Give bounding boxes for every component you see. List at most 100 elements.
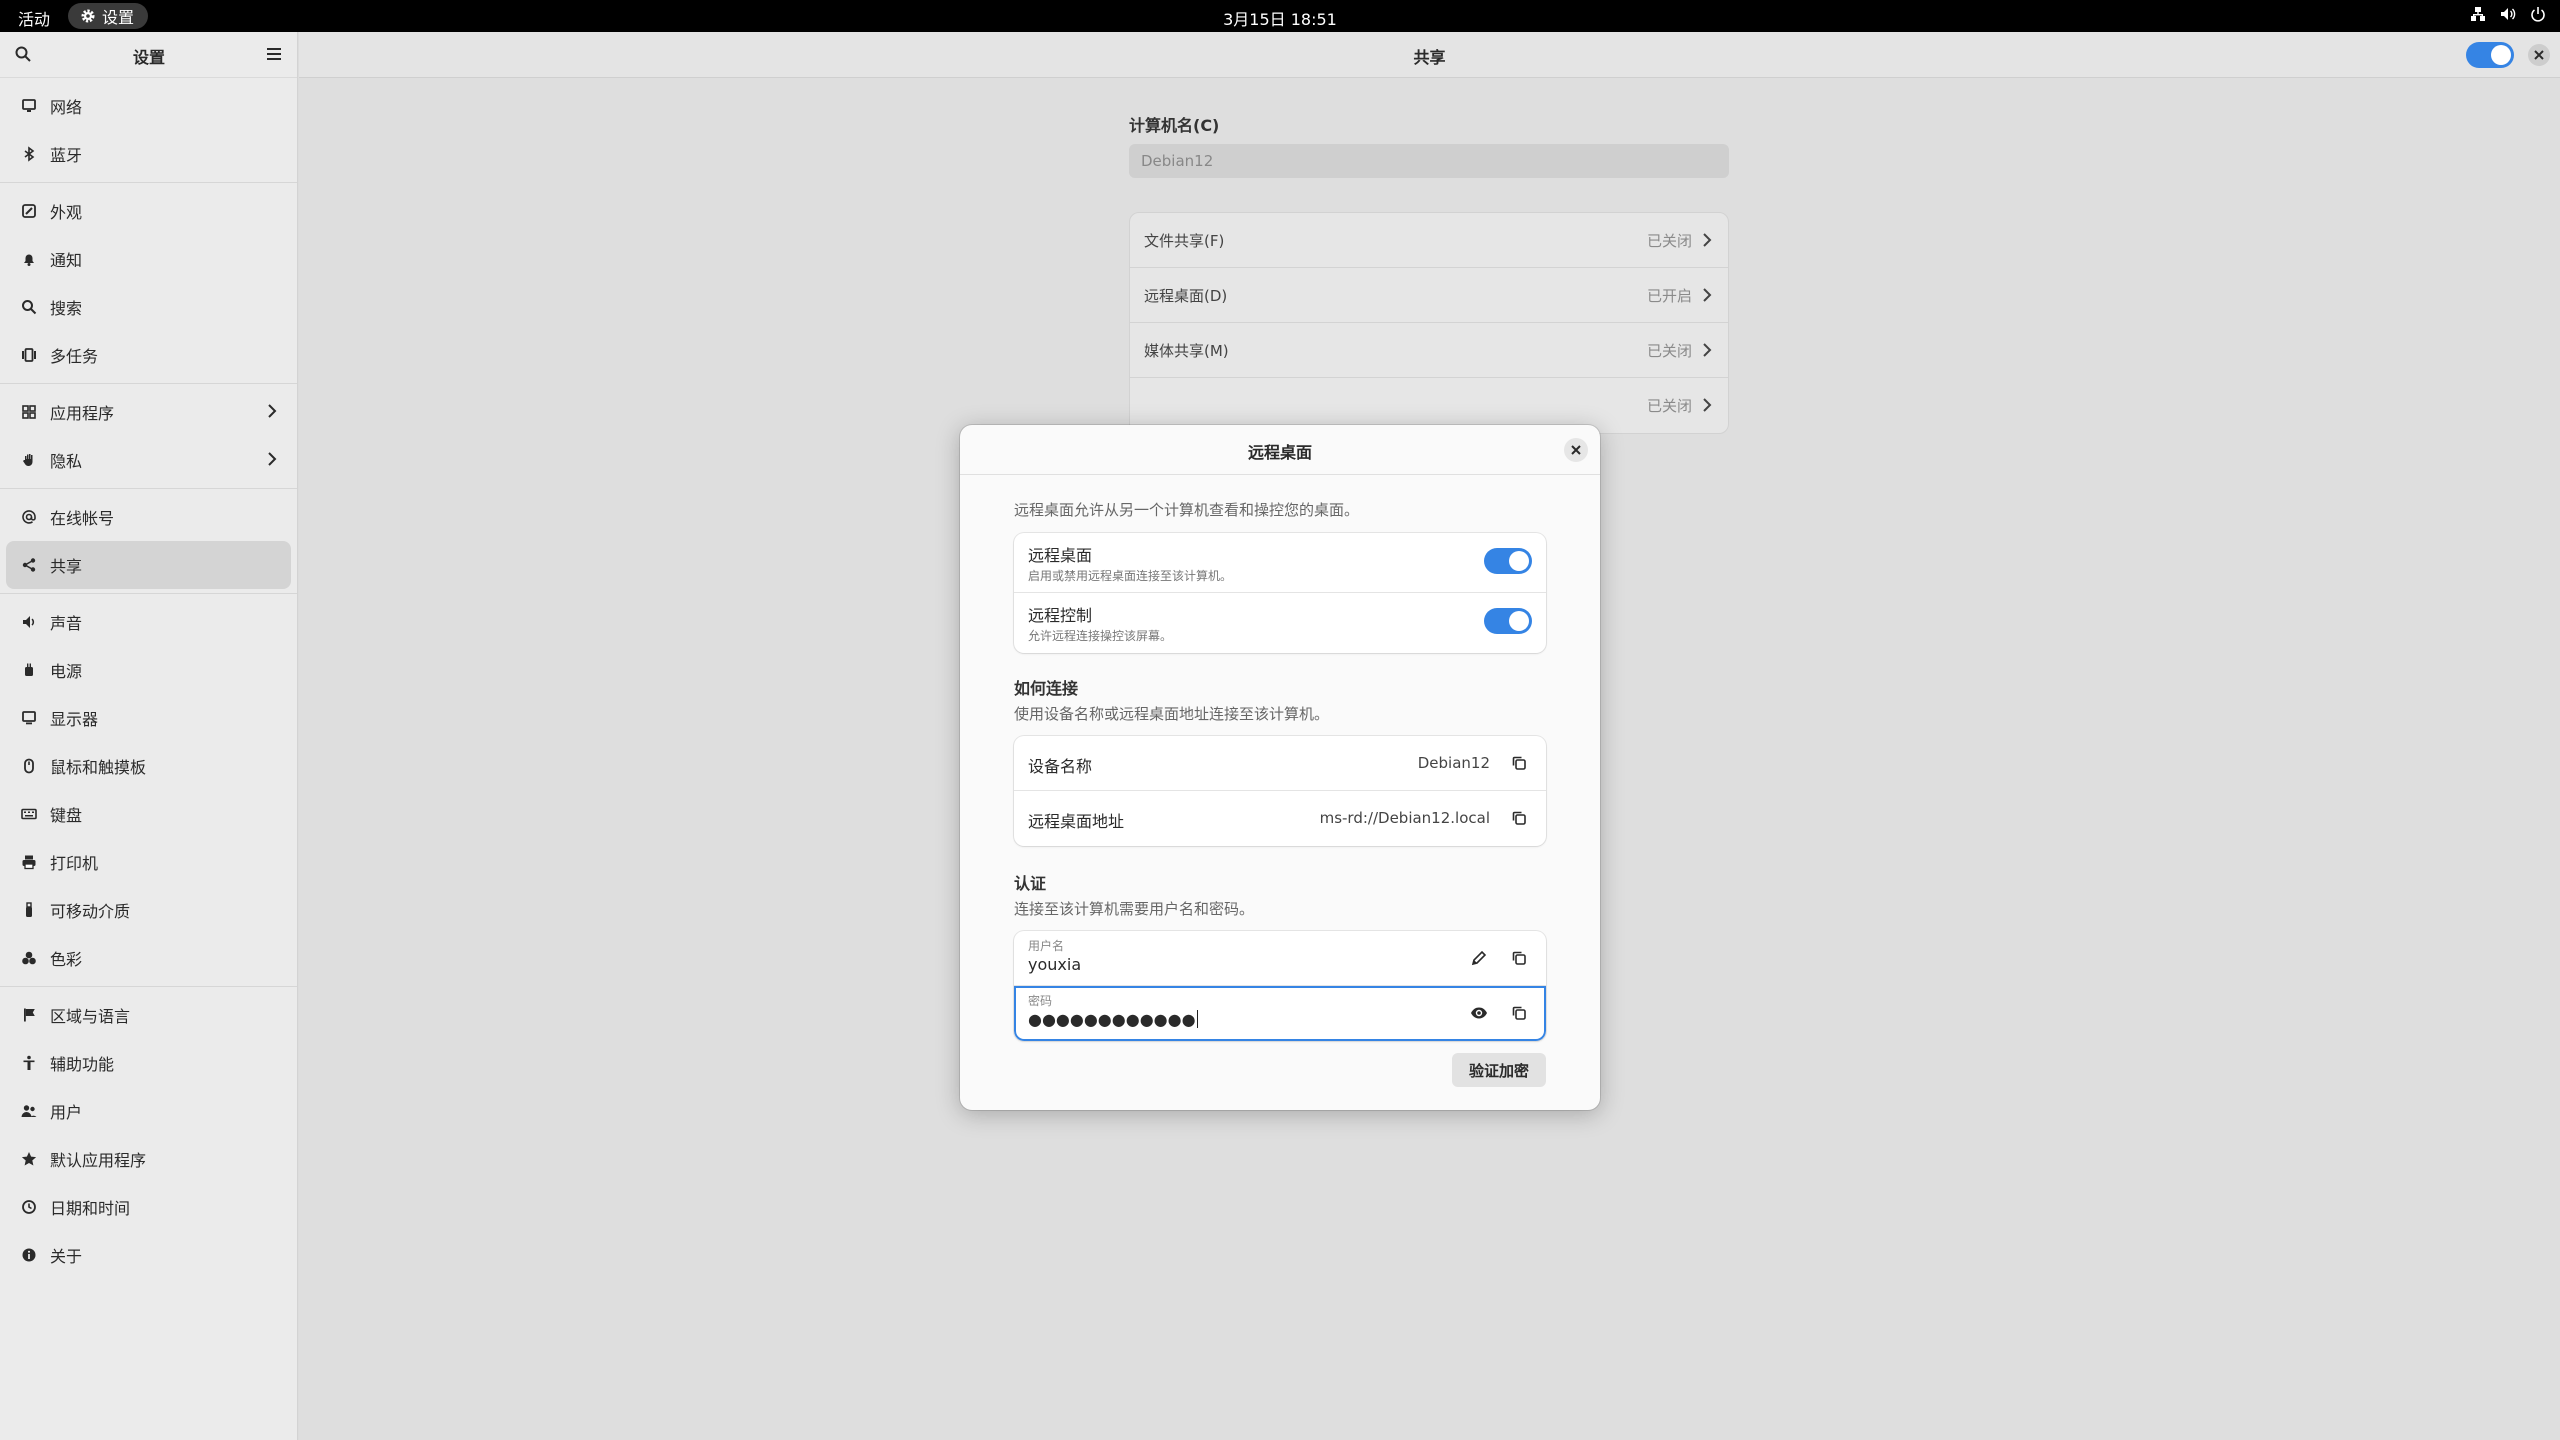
remote-control-toggle-row[interactable]: 远程控制 允许远程连接操控该屏幕。 <box>1014 593 1546 653</box>
computer-name-field[interactable]: Debian12 <box>1129 144 1729 178</box>
sidebar-item-label: 默认应用程序 <box>50 1151 147 1170</box>
verify-encryption-button[interactable]: 验证加密 <box>1452 1053 1546 1087</box>
copy-icon[interactable] <box>1510 754 1528 776</box>
sidebar-nav: 网络 蓝牙 外观 通知 搜索 多任务 应用程序 隐私 在线帐号 共享 声音 电源 显示器 鼠标和触摸板 键盘… <box>0 78 297 1283</box>
sidebar-item-label: 打印机 <box>50 854 99 873</box>
computer-name-label: 计算机名(C) <box>1129 116 1220 135</box>
media-sharing-row[interactable]: 媒体共享(M) 已关闭 <box>1130 323 1728 378</box>
toggle-subtitle: 启用或禁用远程桌面连接至该计算机。 <box>1028 569 1233 583</box>
window-close-button[interactable] <box>2528 44 2550 66</box>
sidebar-item-label: 鼠标和触摸板 <box>50 758 147 777</box>
sidebar-item-keyboard[interactable]: 键盘 <box>6 790 291 838</box>
power-icon[interactable] <box>2530 6 2546 22</box>
app-menu-button[interactable]: 设置 <box>68 3 149 29</box>
remote-address-value: ms-rd://Debian12.local <box>1319 809 1490 827</box>
activities-button[interactable]: 活动 <box>18 6 50 30</box>
sidebar-item-flag[interactable]: 区域与语言 <box>6 991 291 1039</box>
gear-icon <box>80 8 96 24</box>
sidebar-item-appearance[interactable]: 外观 <box>6 187 291 235</box>
sidebar-item-clock[interactable]: 日期和时间 <box>6 1183 291 1231</box>
password-value[interactable]: ●●●●●●●●●●●● <box>1028 1010 1198 1029</box>
chevron-right-icon <box>1702 287 1712 307</box>
edit-pencil-icon[interactable] <box>1470 949 1488 971</box>
hand-icon <box>20 451 38 469</box>
sidebar-title: 设置 <box>132 48 165 67</box>
remote-desktop-switch[interactable] <box>1484 547 1532 579</box>
sidebar-item-label: 辅助功能 <box>50 1055 115 1074</box>
sidebar-item-multitask[interactable]: 多任务 <box>6 331 291 379</box>
copy-icon[interactable] <box>1510 809 1528 831</box>
nav-group: 在线帐号 共享 <box>0 489 297 594</box>
copy-icon[interactable] <box>1510 949 1528 971</box>
file-sharing-row[interactable]: 文件共享(F) 已关闭 <box>1130 213 1728 268</box>
display-icon <box>20 709 38 727</box>
app-name: 设置 <box>102 8 135 27</box>
sidebar-item-label: 键盘 <box>50 806 83 825</box>
share-row-label: 媒体共享(M) <box>1144 341 1229 360</box>
toggle-card: 远程桌面 启用或禁用远程桌面连接至该计算机。 远程控制 允许远程连接操控该屏幕。 <box>1014 533 1546 653</box>
remote-control-switch[interactable] <box>1484 607 1532 639</box>
nav-group: 网络 蓝牙 <box>0 78 297 183</box>
search-icon <box>20 298 38 316</box>
remote-desktop-row[interactable]: 远程桌面(D) 已开启 <box>1130 268 1728 323</box>
system-tray[interactable] <box>2470 6 2546 22</box>
share-row-label: 远程桌面(D) <box>1144 286 1228 305</box>
sidebar-item-network[interactable]: 网络 <box>6 82 291 130</box>
chevron-right-icon <box>1702 397 1712 417</box>
share-row-status: 已关闭 <box>1646 397 1692 415</box>
copy-icon[interactable] <box>1510 1004 1528 1026</box>
volume-icon[interactable] <box>2500 6 2516 22</box>
sidebar-item-label: 日期和时间 <box>50 1199 131 1218</box>
sidebar-item-info[interactable]: 关于 <box>6 1231 291 1279</box>
network-icon[interactable] <box>2470 6 2486 22</box>
sidebar-item-label: 网络 <box>50 98 83 117</box>
sidebar-item-sound[interactable]: 声音 <box>6 598 291 646</box>
users-icon <box>20 1102 38 1120</box>
sidebar-item-label: 通知 <box>50 251 83 270</box>
sidebar-item-at[interactable]: 在线帐号 <box>6 493 291 541</box>
mouse-icon <box>20 757 38 775</box>
password-label: 密码 <box>1028 994 1053 1008</box>
username-value[interactable]: youxia <box>1028 955 1081 974</box>
sidebar-item-label: 显示器 <box>50 710 99 729</box>
sidebar-item-display[interactable]: 显示器 <box>6 694 291 742</box>
sidebar-item-label: 蓝牙 <box>50 146 83 165</box>
sidebar-item-label: 用户 <box>50 1103 83 1122</box>
power-icon <box>20 661 38 679</box>
hamburger-menu-icon[interactable] <box>265 45 283 67</box>
password-entry-row[interactable]: 密码 ●●●●●●●●●●●● <box>1014 986 1546 1041</box>
at-icon <box>20 508 38 526</box>
chevron-right-icon <box>267 451 277 471</box>
sidebar-item-bell[interactable]: 通知 <box>6 235 291 283</box>
top-bar: 活动 设置 3月15日 18:51 <box>0 0 2560 32</box>
clock[interactable]: 3月15日 18:51 <box>1223 10 1337 29</box>
sidebar-item-bluetooth[interactable]: 蓝牙 <box>6 130 291 178</box>
how-to-connect-text: 使用设备名称或远程桌面地址连接至该计算机。 <box>1014 705 1330 723</box>
eye-icon[interactable] <box>1470 1004 1488 1026</box>
sidebar-item-color[interactable]: 色彩 <box>6 934 291 982</box>
device-name-label: 设备名称 <box>1028 757 1093 776</box>
remote-desktop-toggle-row[interactable]: 远程桌面 启用或禁用远程桌面连接至该计算机。 <box>1014 533 1546 593</box>
sidebar-item-hand[interactable]: 隐私 <box>6 436 291 484</box>
sidebar-item-mouse[interactable]: 鼠标和触摸板 <box>6 742 291 790</box>
sidebar-item-usb[interactable]: 可移动介质 <box>6 886 291 934</box>
sidebar-item-star[interactable]: 默认应用程序 <box>6 1135 291 1183</box>
sidebar-item-apps[interactable]: 应用程序 <box>6 388 291 436</box>
sidebar-item-share[interactable]: 共享 <box>6 541 291 589</box>
how-to-connect-heading: 如何连接 <box>1014 679 1079 698</box>
username-entry-row[interactable]: 用户名 youxia <box>1014 931 1546 986</box>
settings-window: 设置 网络 蓝牙 外观 通知 搜索 多任务 应用程序 隐私 在线帐号 共享 声音 电源 显示器 鼠标和触摸… <box>0 32 2560 1440</box>
sidebar-item-printer[interactable]: 打印机 <box>6 838 291 886</box>
clock-icon <box>20 1198 38 1216</box>
sidebar-item-accessibility[interactable]: 辅助功能 <box>6 1039 291 1087</box>
sidebar-item-users[interactable]: 用户 <box>6 1087 291 1135</box>
sidebar-item-power[interactable]: 电源 <box>6 646 291 694</box>
dialog-close-button[interactable] <box>1564 438 1588 462</box>
sidebar-item-search[interactable]: 搜索 <box>6 283 291 331</box>
toggle-title: 远程桌面 <box>1028 546 1093 565</box>
toggle-subtitle: 允许远程连接操控该屏幕。 <box>1028 629 1173 643</box>
sharing-master-toggle[interactable] <box>2466 42 2514 72</box>
share-row-label: 文件共享(F) <box>1144 231 1225 250</box>
page-title: 共享 <box>1413 48 1446 67</box>
sidebar-item-label: 电源 <box>50 662 83 681</box>
